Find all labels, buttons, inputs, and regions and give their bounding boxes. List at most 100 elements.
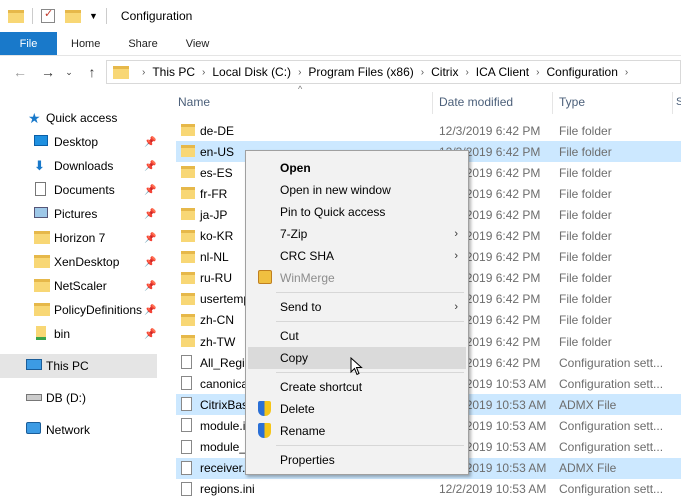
- menu-item-open[interactable]: Open: [248, 157, 466, 179]
- star-icon: ★: [28, 109, 41, 126]
- uac-shield-icon: [258, 401, 271, 416]
- column-divider[interactable]: [432, 92, 433, 114]
- downloads-icon: ⬇: [34, 158, 45, 173]
- pin-icon[interactable]: 📌: [144, 185, 156, 196]
- menu-item-7zip[interactable]: 7-Zip ›: [248, 223, 466, 245]
- tab-share[interactable]: Share: [114, 32, 171, 55]
- submenu-arrow-icon: ›: [454, 250, 458, 262]
- uac-shield-icon: [258, 423, 271, 438]
- file-type: File folder: [559, 123, 612, 138]
- chevron-right-icon[interactable]: ›: [421, 67, 424, 78]
- breadcrumb-this-pc[interactable]: This PC ›: [152, 65, 212, 79]
- pin-icon[interactable]: 📌: [144, 233, 156, 244]
- folder-icon[interactable]: [8, 9, 24, 23]
- properties-check-icon[interactable]: ✓: [41, 8, 55, 23]
- address-bar[interactable]: › This PC › Local Disk (C:) › Program File…: [106, 60, 681, 84]
- nav-this-pc[interactable]: This PC: [0, 354, 157, 378]
- file-row[interactable]: regions.ini 12/2/2019 10:53 AM Configurati…: [176, 479, 681, 496]
- breadcrumb-program-files[interactable]: Program Files (x86) ›: [308, 65, 431, 79]
- breadcrumb-local-disk[interactable]: Local Disk (C:) ›: [212, 65, 308, 79]
- file-icon: [181, 481, 192, 496]
- menu-separator: [276, 292, 464, 293]
- folder-icon: [181, 145, 195, 158]
- breadcrumb-configuration[interactable]: Configuration ›: [546, 65, 635, 79]
- nav-quick-access[interactable]: ★ Quick access: [0, 106, 157, 130]
- column-divider[interactable]: [672, 92, 673, 114]
- tab-view[interactable]: View: [172, 32, 224, 55]
- chevron-right-icon[interactable]: ›: [465, 67, 468, 78]
- file-name: fr-FR: [200, 186, 228, 201]
- chevron-right-icon[interactable]: ›: [625, 67, 628, 78]
- column-header-name[interactable]: Name: [178, 88, 210, 116]
- navigation-pane: ★ Quick access Desktop 📌 ⬇ Downloads 📌 D…: [0, 88, 157, 496]
- tab-home[interactable]: Home: [57, 32, 114, 55]
- menu-item-rename[interactable]: Rename: [248, 420, 466, 442]
- menu-item-create-shortcut[interactable]: Create shortcut: [248, 376, 466, 398]
- nav-item-policydefinitions[interactable]: PolicyDefinitions 📌: [0, 298, 157, 322]
- pin-icon[interactable]: 📌: [144, 209, 156, 220]
- pin-icon[interactable]: 📌: [144, 305, 156, 316]
- pin-icon[interactable]: 📌: [144, 257, 156, 268]
- tab-file[interactable]: File: [0, 32, 57, 55]
- file-row[interactable]: de-DE 12/3/2019 6:42 PM File folder: [176, 120, 681, 141]
- file-name: ko-KR: [200, 229, 234, 243]
- pin-icon[interactable]: 📌: [144, 137, 156, 148]
- menu-item-open-new-window[interactable]: Open in new window: [248, 179, 466, 201]
- recent-dropdown-icon[interactable]: ⌄: [62, 67, 76, 78]
- column-header-date[interactable]: Date modified: [439, 88, 513, 116]
- window-title: Configuration: [120, 9, 193, 23]
- file-name: nl-NL: [200, 250, 229, 265]
- nav-item-netscaler[interactable]: NetScaler 📌: [0, 274, 157, 298]
- back-arrow-icon[interactable]: ←: [6, 64, 34, 80]
- nav-item-desktop[interactable]: Desktop 📌: [0, 130, 157, 154]
- file-icon: [181, 439, 192, 454]
- chevron-right-icon[interactable]: ›: [298, 67, 301, 78]
- nav-item-documents[interactable]: Documents 📌: [0, 178, 157, 202]
- breadcrumb-citrix[interactable]: Citrix ›: [431, 65, 476, 79]
- navigation-bar: ← → ⌄ ↑ › This PC › Local Disk (C:) › Prog…: [0, 56, 681, 88]
- column-header-type[interactable]: Type: [559, 88, 585, 116]
- menu-item-properties[interactable]: Properties: [248, 449, 466, 471]
- breadcrumb-ica-client[interactable]: ICA Client ›: [476, 65, 547, 79]
- documents-icon: [35, 182, 46, 196]
- menu-separator: [276, 372, 464, 373]
- folder-icon: [181, 271, 195, 284]
- nav-item-pictures[interactable]: Pictures 📌: [0, 202, 157, 226]
- file-name: usertemp: [200, 292, 251, 307]
- chevron-right-icon[interactable]: ›: [202, 67, 205, 78]
- customize-dropdown-icon[interactable]: ▼: [89, 11, 98, 21]
- menu-item-send-to[interactable]: Send to ›: [248, 296, 466, 318]
- file-name: de-DE: [200, 123, 235, 138]
- nav-item-bin[interactable]: bin 📌: [0, 322, 157, 346]
- pin-icon[interactable]: 📌: [144, 281, 156, 292]
- nav-item-horizon-7[interactable]: Horizon 7 📌: [0, 226, 157, 250]
- mouse-cursor-icon: [350, 357, 363, 376]
- file-name: zh-CN: [200, 313, 235, 328]
- menu-item-delete[interactable]: Delete: [248, 398, 466, 420]
- chevron-right-icon[interactable]: ›: [536, 67, 539, 78]
- nav-item-xendesktop[interactable]: XenDesktop 📌: [0, 250, 157, 274]
- pin-icon[interactable]: 📌: [144, 329, 156, 340]
- nav-drive-d[interactable]: DB (D:): [0, 386, 157, 410]
- column-header-size[interactable]: S: [676, 96, 681, 108]
- nav-item-downloads[interactable]: ⬇ Downloads 📌: [0, 154, 157, 178]
- pin-icon[interactable]: 📌: [144, 161, 156, 172]
- menu-item-winmerge[interactable]: WinMerge: [248, 267, 466, 289]
- file-type: Configuration sett...: [559, 376, 664, 391]
- menu-item-crc-sha[interactable]: CRC SHA ›: [248, 245, 466, 267]
- forward-arrow-icon[interactable]: →: [34, 64, 62, 80]
- column-divider[interactable]: [552, 92, 553, 114]
- file-name: CitrixBas: [200, 397, 249, 412]
- context-menu: Open Open in new window Pin to Quick acc…: [245, 150, 469, 475]
- file-name: ru-RU: [200, 271, 232, 286]
- chevron-right-icon: ›: [142, 66, 146, 78]
- new-folder-icon[interactable]: [65, 9, 81, 23]
- nav-network[interactable]: Network: [0, 418, 157, 442]
- desktop-icon: [34, 135, 48, 146]
- menu-item-cut[interactable]: Cut: [248, 325, 466, 347]
- file-type: Configuration sett...: [559, 418, 664, 433]
- menu-item-pin-quick-access[interactable]: Pin to Quick access: [248, 201, 466, 223]
- up-arrow-icon[interactable]: ↑: [78, 64, 106, 80]
- file-name: regions.ini: [200, 482, 255, 496]
- address-chevron[interactable]: ›: [135, 67, 152, 78]
